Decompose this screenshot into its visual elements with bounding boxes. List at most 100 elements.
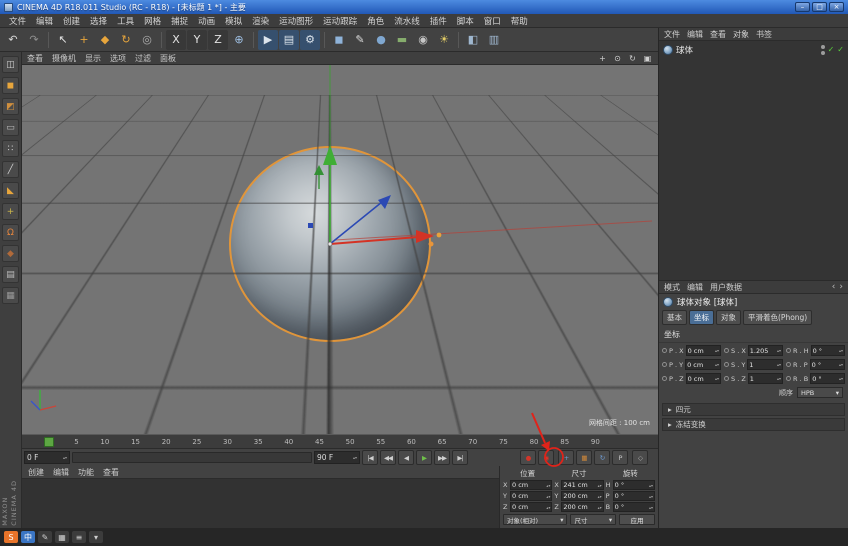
- position-y-field[interactable]: 0 cm▴▾: [510, 491, 552, 501]
- minimize-button[interactable]: –: [795, 2, 810, 12]
- ime-logo-icon[interactable]: S: [4, 531, 18, 543]
- viewport-canvas[interactable]: 网格间距 : 100 cm: [22, 65, 658, 434]
- end-frame-field[interactable]: 90 F ▴▾: [314, 451, 360, 464]
- rotate-tool-icon[interactable]: ↻: [116, 30, 136, 50]
- object-manager-menu-item[interactable]: 编辑: [687, 29, 703, 40]
- transform-gizmo[interactable]: [22, 65, 658, 434]
- menu-item[interactable]: 窗口: [479, 15, 506, 27]
- prev-frame-button[interactable]: ◀: [398, 450, 414, 465]
- camera-button[interactable]: ◉: [413, 30, 433, 50]
- spline-pen-button[interactable]: ✎: [350, 30, 370, 50]
- menu-item[interactable]: 文件: [4, 15, 31, 27]
- last-tool-icon[interactable]: ◎: [137, 30, 157, 50]
- snap-icon[interactable]: Ω: [2, 224, 19, 241]
- menu-item[interactable]: 流水线: [389, 15, 425, 27]
- render-view-button[interactable]: ▶: [258, 30, 278, 50]
- ime-pen-icon[interactable]: ✎: [38, 531, 52, 543]
- play-button[interactable]: ▶: [416, 450, 432, 465]
- menu-item[interactable]: 工具: [112, 15, 139, 27]
- attribute-field-input[interactable]: 1▴▾: [748, 373, 783, 384]
- attribute-tab[interactable]: 基本: [662, 310, 687, 325]
- render-settings-button[interactable]: ⚙: [300, 30, 320, 50]
- attribute-tab[interactable]: 坐标: [689, 310, 714, 325]
- attribute-field-input[interactable]: 0 °▴▾: [810, 373, 845, 384]
- object-row-sphere[interactable]: 球体 ✓ ✓: [661, 43, 846, 57]
- viewport-menu-item[interactable]: 选项: [110, 53, 126, 64]
- attribute-tab[interactable]: 平滑着色(Phong): [743, 310, 812, 325]
- coordinate-system-icon[interactable]: ⊕: [229, 30, 249, 50]
- size-mode-dropdown[interactable]: 尺寸▾: [570, 514, 616, 525]
- material-menu-item[interactable]: 查看: [103, 467, 119, 478]
- ime-menu-icon[interactable]: ≡: [72, 531, 86, 543]
- live-selection-icon[interactable]: ↖: [53, 30, 73, 50]
- zoom-view-icon[interactable]: ⊙: [612, 54, 623, 63]
- menu-item[interactable]: 动画: [193, 15, 220, 27]
- lock-x-axis-button[interactable]: X: [166, 30, 186, 50]
- material-menu-item[interactable]: 编辑: [53, 467, 69, 478]
- object-manager-tree[interactable]: 球体 ✓ ✓: [659, 41, 848, 281]
- coordinate-mode-dropdown[interactable]: 对象(相对)▾: [503, 514, 567, 525]
- material-menu-item[interactable]: 功能: [78, 467, 94, 478]
- rotation-order-dropdown[interactable]: HPB▾: [797, 387, 843, 398]
- next-frame-button[interactable]: ▶▶: [434, 450, 450, 465]
- lock-y-axis-button[interactable]: Y: [187, 30, 207, 50]
- toggle-view-icon[interactable]: ▣: [642, 54, 653, 63]
- primitive-cube-button[interactable]: ◼: [329, 30, 349, 50]
- move-tool-icon[interactable]: +: [74, 30, 94, 50]
- ime-keyboard-icon[interactable]: ▦: [55, 531, 69, 543]
- position-x-field[interactable]: 0 cm▴▾: [510, 480, 552, 490]
- record-keyframe-button[interactable]: ●: [520, 450, 536, 465]
- axis-mode-icon[interactable]: +: [2, 203, 19, 220]
- attribute-field-input[interactable]: 0 cm▴▾: [685, 359, 721, 370]
- undo-icon[interactable]: ↶: [3, 30, 23, 50]
- spinner-icon[interactable]: ▴▾: [63, 456, 67, 459]
- object-manager-menu-item[interactable]: 对象: [733, 29, 749, 40]
- isolate-view-icon[interactable]: ▤: [2, 266, 19, 283]
- timeline-marker[interactable]: [44, 437, 54, 447]
- record-scale-button[interactable]: ▦: [576, 450, 592, 465]
- attribute-tab[interactable]: 对象: [716, 310, 741, 325]
- goto-start-button[interactable]: |◀: [362, 450, 378, 465]
- menu-item[interactable]: 捕捉: [166, 15, 193, 27]
- menu-item[interactable]: 选择: [85, 15, 112, 27]
- quaternion-section[interactable]: ▸ 四元: [662, 403, 845, 416]
- attribute-field-input[interactable]: 0 °▴▾: [810, 359, 845, 370]
- menu-item[interactable]: 脚本: [452, 15, 479, 27]
- menu-item[interactable]: 帮助: [506, 15, 533, 27]
- autokey-button[interactable]: ◉: [538, 450, 554, 465]
- record-rotation-button[interactable]: ↻: [594, 450, 610, 465]
- apply-button[interactable]: 应用: [619, 514, 655, 525]
- rotate-view-icon[interactable]: ↻: [627, 54, 638, 63]
- menu-item[interactable]: 运动图形: [274, 15, 318, 27]
- spinner-icon[interactable]: ▴▾: [353, 456, 357, 459]
- ime-more-icon[interactable]: ▾: [89, 531, 103, 543]
- keyframe-selection-button[interactable]: ◇: [632, 450, 648, 465]
- size-z-field[interactable]: 200 cm▴▾: [561, 502, 603, 512]
- attribute-field-input[interactable]: 1▴▾: [747, 359, 783, 370]
- freeze-transform-section[interactable]: ▸ 冻结变换: [662, 418, 845, 431]
- attribute-menu-item[interactable]: 用户数据: [710, 282, 742, 293]
- menu-item[interactable]: 创建: [58, 15, 85, 27]
- keyframe-bullet-icon[interactable]: [724, 348, 729, 353]
- rotation-b-field[interactable]: 0 °▴▾: [613, 502, 655, 512]
- display-mode-button[interactable]: ◧: [463, 30, 483, 50]
- timeline-ruler[interactable]: 051015202530354045505560657075808590: [22, 434, 658, 448]
- rotation-p-field[interactable]: 0 °▴▾: [613, 491, 655, 501]
- viewport-menu-item[interactable]: 过滤: [135, 53, 151, 64]
- menu-item[interactable]: 角色: [362, 15, 389, 27]
- timeline-scrollbar[interactable]: [72, 452, 312, 463]
- record-position-button[interactable]: +: [558, 450, 574, 465]
- keyframe-bullet-icon[interactable]: [662, 348, 667, 353]
- viewport-menu-item[interactable]: 面板: [160, 53, 176, 64]
- history-forward-icon[interactable]: ›: [839, 282, 843, 292]
- generator-check-icon[interactable]: ✓: [837, 46, 844, 54]
- lock-z-axis-button[interactable]: Z: [208, 30, 228, 50]
- menu-item[interactable]: 网格: [139, 15, 166, 27]
- attribute-menu-item[interactable]: 模式: [664, 282, 680, 293]
- menu-item[interactable]: 编辑: [31, 15, 58, 27]
- material-menu-item[interactable]: 创建: [28, 467, 44, 478]
- model-mode-icon[interactable]: ◼: [2, 77, 19, 94]
- visibility-dots[interactable]: [821, 45, 825, 55]
- ime-chinese-icon[interactable]: 中: [21, 531, 35, 543]
- light-button[interactable]: ☀: [434, 30, 454, 50]
